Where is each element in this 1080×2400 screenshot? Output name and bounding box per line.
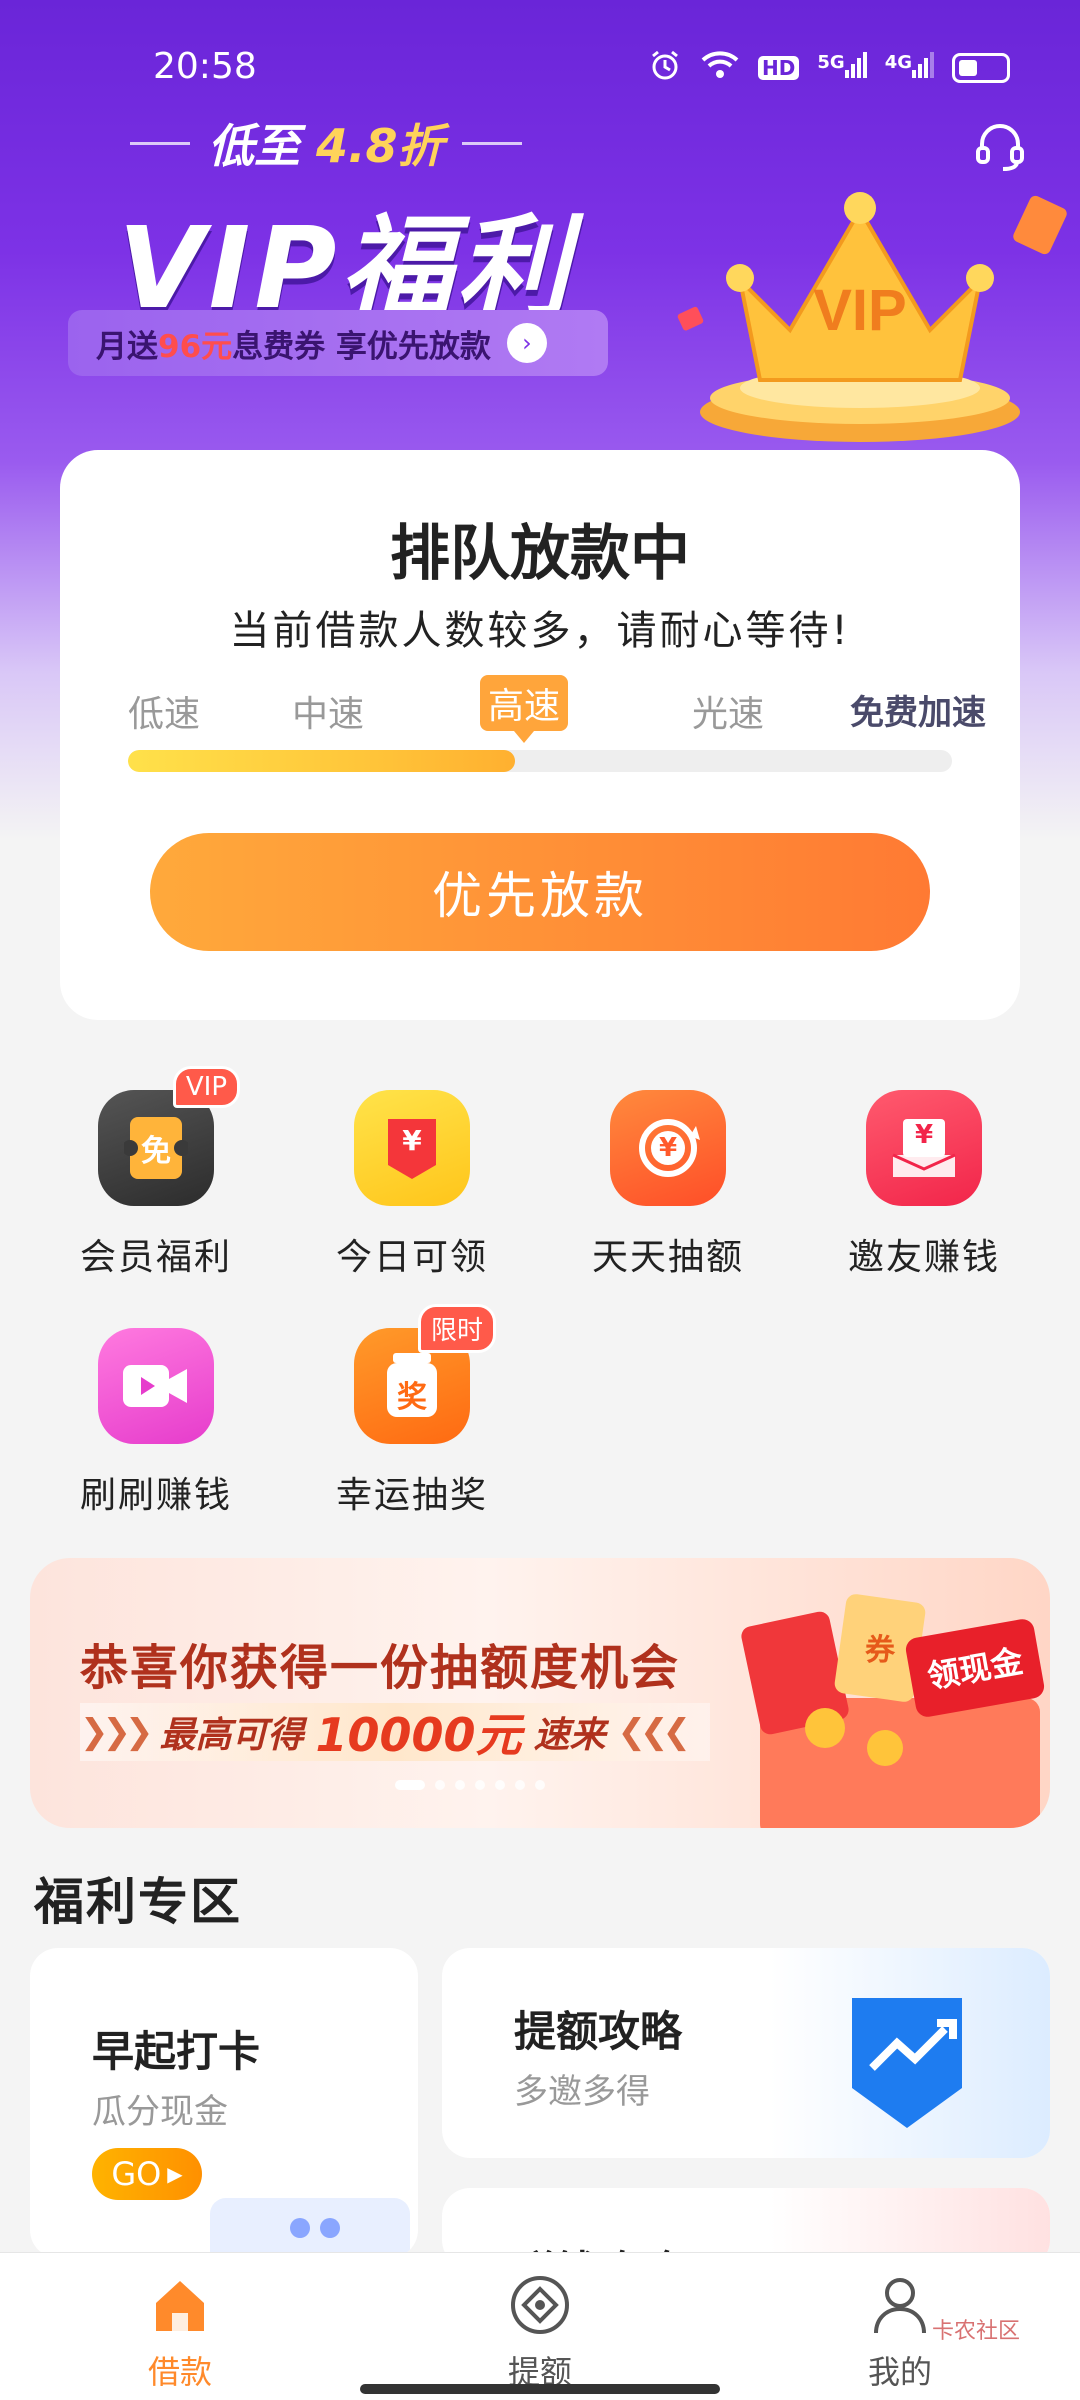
5g-signal-icon: 5G: [817, 52, 867, 84]
banner-title: 恭喜你获得一份抽额度机会: [80, 1640, 681, 1696]
coupon-glyph: 券: [865, 1634, 896, 1667]
member-coupon-glyph: 免: [141, 1134, 171, 1169]
hd-icon: HD: [758, 56, 800, 80]
early-checkin-card[interactable]: 早起打卡 瓜分现金 GO ▶: [30, 1948, 418, 2258]
nav-limit-boost[interactable]: 提额: [460, 2273, 620, 2393]
chevrons-left-icon: ❮❮❮: [617, 1712, 692, 1752]
speed-light: 光速: [692, 694, 765, 735]
status-icons: HD 5G 4G: [648, 48, 1010, 88]
video-icon: [98, 1328, 214, 1444]
diamond-target-icon: [511, 2276, 569, 2334]
feature-daily-draw[interactable]: ¥ 天天抽额: [540, 1090, 796, 1280]
nav-loan[interactable]: 借款: [100, 2273, 260, 2393]
prize-glyph: 奖: [397, 1380, 427, 1415]
speed-medium: 中速: [292, 694, 365, 735]
feature-label: 刷刷赚钱: [79, 1475, 232, 1516]
feature-invite-earn[interactable]: ¥ 邀友赚钱: [796, 1090, 1052, 1280]
chevrons-right-icon: ❯❯❯: [80, 1712, 154, 1752]
watermark-logo: 卡农社区: [931, 2319, 1020, 2344]
priority-loan-button[interactable]: 优先放款: [150, 833, 930, 951]
divider: [130, 141, 190, 145]
card-title: 早起打卡: [92, 2027, 261, 2076]
promo-discount: 4.8折: [316, 119, 444, 173]
go-button[interactable]: GO ▶: [92, 2148, 202, 2200]
promo-subtitle: 低至 4.8折: [130, 110, 522, 176]
card-subtitle: 多邀多得: [514, 2072, 650, 2112]
banner-amount: 10000元: [315, 1708, 522, 1762]
user-icon: [874, 2278, 926, 2334]
status-time: 20:58: [153, 46, 257, 87]
feature-watch-earn[interactable]: 刷刷赚钱: [28, 1328, 284, 1518]
4g-signal-icon: 4G: [885, 52, 934, 84]
refresh-coin-icon: ¥: [610, 1090, 726, 1206]
crown-text: VIP: [813, 278, 907, 343]
pill-text-b: 息费券 享优先放款: [232, 328, 491, 365]
banner-sub-prefix: 最高可得: [159, 1715, 304, 1756]
promo-discount-text: 低至 4.8折: [208, 110, 444, 176]
go-label: GO: [111, 2155, 162, 2193]
red-envelope-icon: ¥: [354, 1090, 470, 1206]
feature-label: 会员福利: [79, 1237, 232, 1278]
page-dot: [535, 1780, 545, 1790]
banner-sub-suffix: 速来: [533, 1715, 606, 1756]
member-coupon-icon: 免 VIP: [98, 1066, 240, 1206]
home-icon: [156, 2281, 204, 2331]
free-boost-link[interactable]: 免费加速: [850, 685, 986, 734]
loan-queue-card: 排队放款中 当前借款人数较多，请耐心等待! 低速 中速 高速 光速 免费加速 优…: [60, 450, 1020, 1020]
feature-lucky-draw[interactable]: 奖 限时 幸运抽奖: [284, 1304, 540, 1518]
5g-label: 5G: [817, 52, 845, 73]
home-indicator[interactable]: [360, 2384, 720, 2394]
promo-prefix: 低至: [208, 119, 300, 173]
queue-progress-bar: [128, 750, 952, 772]
envelope-glyph: ¥: [402, 1124, 422, 1157]
feature-label: 天天抽额: [591, 1237, 744, 1278]
welfare-section-title: 福利专区: [34, 1873, 242, 1931]
banner-pagination: [395, 1780, 545, 1790]
bottom-navigation: 借款 提额 我的 卡农社区: [0, 2252, 1080, 2400]
money-glyph: ¥: [914, 1120, 934, 1150]
play-arrow-icon: ▶: [167, 2162, 183, 2186]
page-dot: [495, 1780, 505, 1790]
checkin-illustration: [210, 2198, 410, 2258]
banner-subtitle: ❯❯❯ 最高可得 10000元 速来 ❮❮❮: [80, 1703, 710, 1762]
speed-low: 低速: [128, 694, 201, 735]
chevron-right-icon: ›: [506, 323, 547, 363]
limited-time-badge: 限时: [417, 1304, 496, 1353]
page-dot: [455, 1780, 465, 1790]
limit-guide-card[interactable]: 提额攻略 多邀多得: [442, 1948, 1050, 2158]
alarm-icon: [648, 48, 682, 88]
card-subtitle: 瓜分现金: [92, 2092, 228, 2132]
invite-money-icon: ¥: [866, 1090, 982, 1206]
page-dot: [435, 1780, 445, 1790]
divider: [461, 141, 522, 145]
pill-amount: 96元: [158, 328, 233, 365]
vip-crown-illustration: VIP: [677, 192, 1067, 442]
queue-description: 当前借款人数较多，请耐心等待!: [229, 608, 851, 654]
speed-levels: 低速 中速 高速 光速 免费加速: [60, 675, 1020, 743]
queue-title: 排队放款中: [390, 519, 690, 589]
wifi-icon: [700, 49, 740, 87]
page-dot-active: [395, 1780, 425, 1790]
feature-label: 今日可领: [335, 1237, 488, 1278]
promo-pill-button[interactable]: 月送 96元 息费券 享优先放款 ›: [68, 310, 608, 376]
page-dot: [515, 1780, 525, 1790]
4g-label: 4G: [884, 52, 912, 73]
coin-glyph: ¥: [658, 1133, 678, 1163]
page-dot: [475, 1780, 485, 1790]
trend-shield-icon: [852, 1998, 962, 2128]
red-envelope-illustration: 领现金 券: [741, 1594, 1045, 1828]
queue-progress-fill: [128, 750, 516, 772]
prize-jar-icon: 奖 限时: [354, 1304, 496, 1444]
feature-label: 幸运抽奖: [335, 1475, 488, 1516]
card-title: 提额攻略: [514, 2007, 683, 2056]
nav-label: 借款: [147, 2353, 212, 2391]
pill-text-a: 月送: [96, 328, 158, 365]
feature-label: 邀友赚钱: [847, 1237, 1000, 1278]
feature-member-benefits[interactable]: 免 VIP 会员福利: [28, 1066, 284, 1280]
nav-label: 我的: [867, 2353, 932, 2391]
speed-high-active: 高速: [480, 675, 569, 743]
battery-icon: [952, 53, 1010, 83]
feature-today-claim[interactable]: ¥ 今日可领: [284, 1090, 540, 1280]
vip-badge: VIP: [172, 1066, 240, 1108]
